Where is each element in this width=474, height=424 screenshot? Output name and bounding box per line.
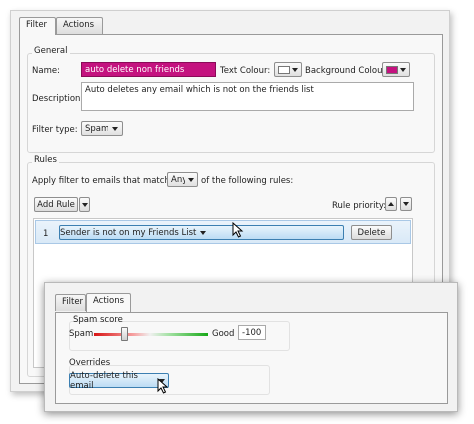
name-input[interactable]: auto delete non friends xyxy=(81,62,216,77)
filter-type-label: Filter type: xyxy=(32,125,78,135)
overrides-select[interactable]: Auto-delete this email xyxy=(69,370,169,391)
chevron-down-icon xyxy=(200,230,207,235)
rules-group-title: Rules xyxy=(32,155,59,165)
actions-tab-inset: Filter Actions Spam score Spam Good -100… xyxy=(44,282,458,412)
tab-filter[interactable]: Filter xyxy=(19,17,56,35)
overrides-label: Overrides xyxy=(69,358,111,368)
chevron-down-icon xyxy=(400,67,406,72)
chevron-down-icon xyxy=(81,202,88,207)
good-label: Good xyxy=(212,329,235,339)
spam-score-label: Spam score xyxy=(73,315,123,325)
tab-actions[interactable]: Actions xyxy=(56,17,103,34)
apply-prefix-label: Apply filter to emails that match xyxy=(32,176,170,186)
text-colour-swatch xyxy=(278,65,290,74)
description-label: Description: xyxy=(32,94,84,104)
spam-score-slider-thumb[interactable] xyxy=(121,327,129,341)
filter-type-select[interactable]: Spam xyxy=(81,121,123,136)
priority-down-button[interactable] xyxy=(400,197,412,211)
description-value: Auto deletes any email which is not on t… xyxy=(85,85,314,95)
name-label: Name: xyxy=(32,66,60,76)
background-colour-picker[interactable] xyxy=(382,62,410,77)
delete-rule-button[interactable]: Delete xyxy=(351,225,392,240)
spam-label: Spam xyxy=(69,329,94,339)
overrides-value: Auto-delete this email xyxy=(70,370,138,391)
background-colour-label: Background Colour: xyxy=(305,66,389,76)
rule-row[interactable]: 1 Sender is not on my Friends List Delet… xyxy=(35,220,411,244)
general-group-title: General xyxy=(32,46,70,56)
mouse-cursor-icon xyxy=(232,222,244,238)
spam-score-input[interactable]: -100 xyxy=(238,325,266,340)
chevron-down-icon xyxy=(403,202,409,206)
apply-suffix-label: of the following rules: xyxy=(201,176,294,186)
chevron-down-icon xyxy=(188,177,194,182)
add-rule-button[interactable]: Add Rule xyxy=(34,197,78,212)
spam-score-value: -100 xyxy=(242,328,262,338)
rule-priority-label: Rule priority: xyxy=(332,201,387,211)
chevron-down-icon xyxy=(112,126,118,131)
background-colour-swatch xyxy=(386,65,398,74)
add-rule-dropdown-button[interactable] xyxy=(79,197,90,212)
rule-condition-value: Sender is not on my Friends List xyxy=(60,227,197,238)
tab-actions[interactable]: Actions xyxy=(86,293,131,312)
priority-up-button[interactable] xyxy=(385,197,397,211)
actions-tab-page: Spam score Spam Good -100 Overrides Auto… xyxy=(55,312,448,404)
filter-type-value: Spam xyxy=(85,123,108,134)
text-colour-picker[interactable] xyxy=(274,62,302,77)
chevron-up-icon xyxy=(388,202,394,206)
description-input[interactable]: Auto deletes any email which is not on t… xyxy=(81,82,414,111)
name-value: auto delete non friends xyxy=(85,65,185,75)
chevron-down-icon xyxy=(292,67,298,72)
match-select[interactable]: Any xyxy=(167,172,198,187)
rule-index: 1 xyxy=(43,229,49,239)
text-colour-label: Text Colour: xyxy=(220,66,271,76)
spam-score-track-good xyxy=(150,333,208,336)
mouse-cursor-icon xyxy=(157,378,169,394)
tab-filter[interactable]: Filter xyxy=(55,294,86,311)
match-value: Any xyxy=(171,174,185,185)
rule-condition-select[interactable]: Sender is not on my Friends List xyxy=(59,225,344,240)
